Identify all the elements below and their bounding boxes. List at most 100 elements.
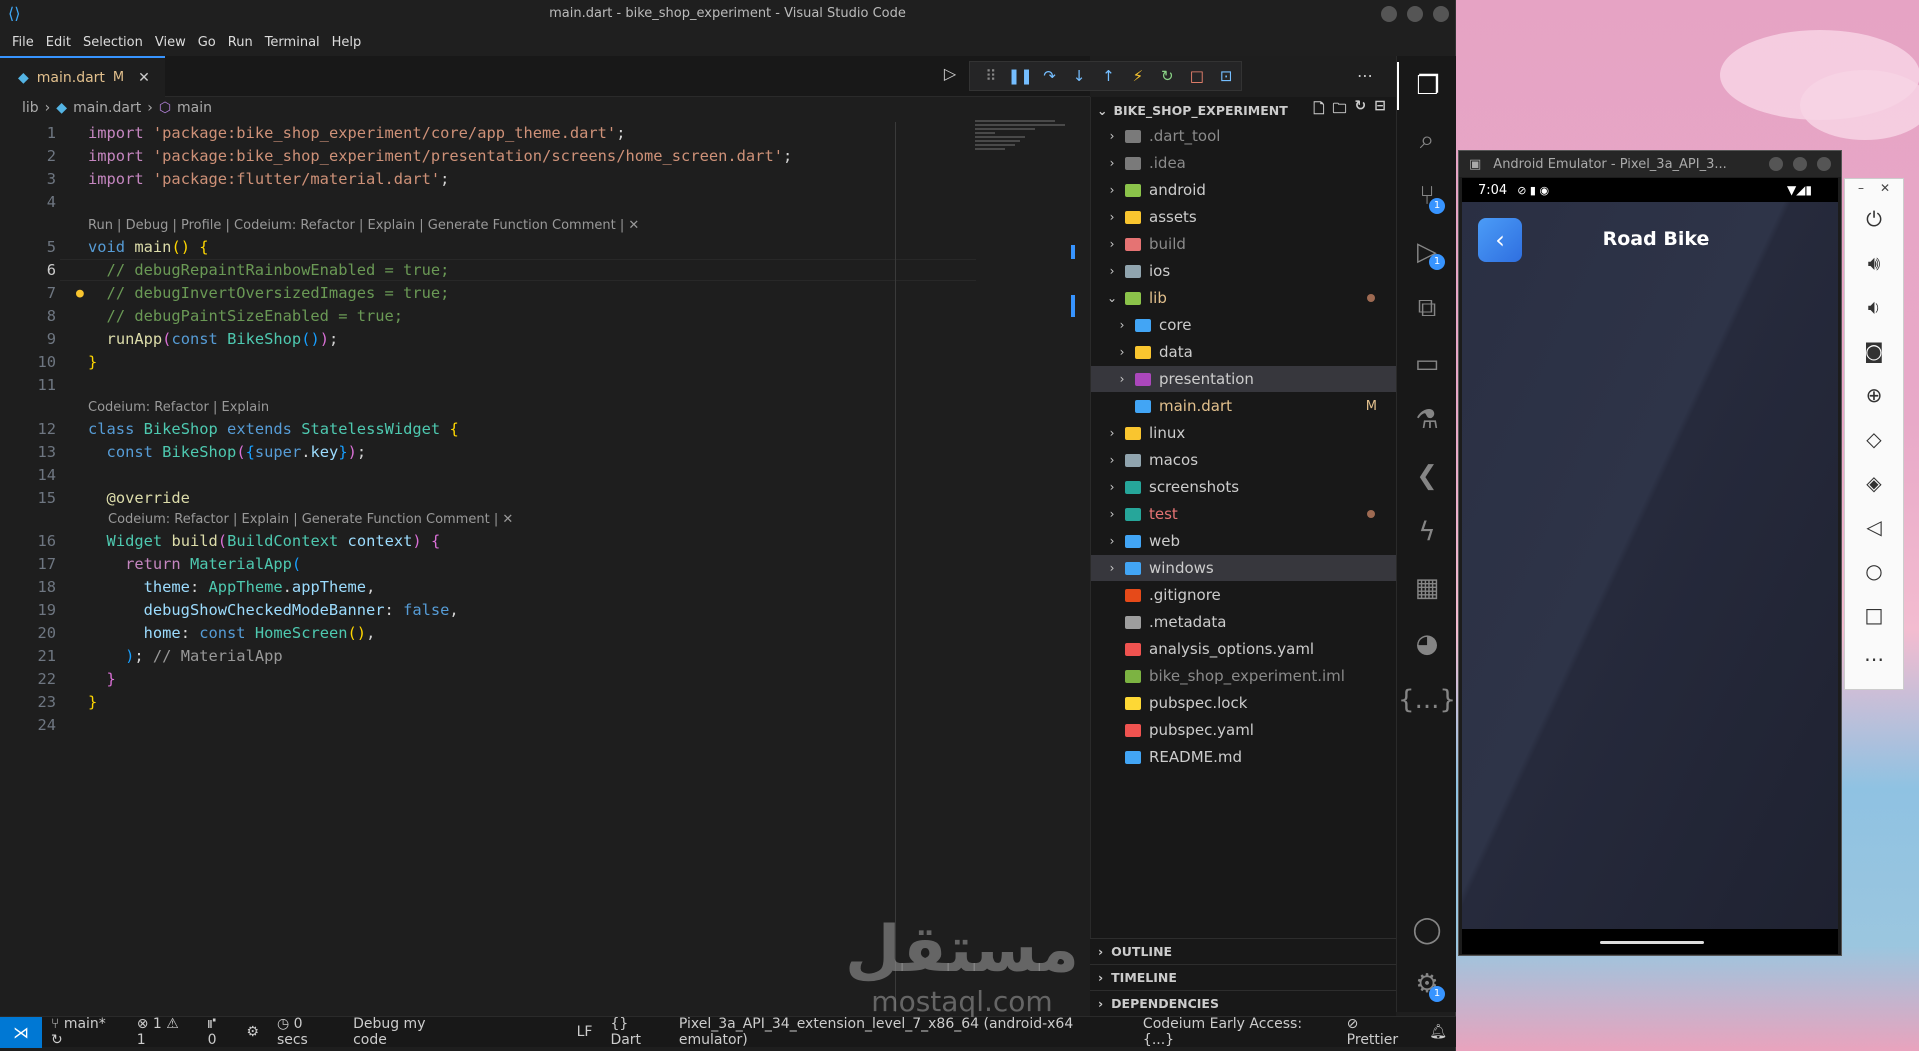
step-into-icon[interactable]: ↓	[1064, 67, 1093, 85]
docker-icon[interactable]: ▦	[1397, 564, 1457, 612]
pause-icon[interactable]: ❚❚	[1005, 67, 1034, 85]
codeium-icon[interactable]: ◕	[1397, 620, 1457, 668]
emu-close-button[interactable]	[1817, 157, 1831, 171]
source-control-icon[interactable]: ⑂ 1	[1397, 172, 1457, 220]
refresh-icon[interactable]: ↻	[1355, 98, 1367, 122]
more-actions-icon[interactable]: ⋯	[1357, 66, 1373, 85]
tree-item-readme-md[interactable]: README.md	[1091, 744, 1397, 770]
tab-main-dart[interactable]: ◆ main.dart M ✕	[0, 56, 165, 97]
volume-up-icon[interactable]: 🔊︎	[1845, 241, 1903, 285]
codelens-main[interactable]: Run | Debug | Profile | Codeium: Refacto…	[88, 218, 639, 233]
notifications-bell-icon[interactable]: 🔔︎	[1420, 1024, 1456, 1040]
codelens-class[interactable]: Codeium: Refactor | Explain	[88, 400, 269, 415]
tree-item-presentation[interactable]: › presentation	[1091, 366, 1397, 392]
section-timeline[interactable]: › TIMELINE	[1090, 964, 1396, 990]
tree-item-bike-shop-experiment-iml[interactable]: bike_shop_experiment.iml	[1091, 663, 1397, 689]
tree-item-macos[interactable]: › macos	[1091, 447, 1397, 473]
side-close-icon[interactable]: ✕	[1880, 181, 1890, 197]
tree-item-data[interactable]: › data	[1091, 339, 1397, 365]
new-folder-icon[interactable]: 🗀	[1333, 98, 1347, 122]
testing-icon[interactable]: ⚗	[1397, 396, 1457, 444]
back-nav-icon[interactable]: ◁	[1845, 505, 1903, 549]
menu-edit[interactable]: Edit	[40, 35, 77, 50]
camera-icon[interactable]: ◙	[1845, 329, 1903, 373]
problems-indicator[interactable]: ⊗ 1 ⚠ 1	[128, 1016, 199, 1048]
rotate-left-icon[interactable]: ◇	[1845, 417, 1903, 461]
ports-indicator[interactable]: ⑈ 0	[199, 1016, 238, 1048]
codeium-indicator[interactable]: Codeium Early Access: {...}	[1134, 1016, 1338, 1048]
menu-file[interactable]: File	[6, 35, 40, 50]
eol-indicator[interactable]: LF	[568, 1024, 602, 1040]
debug-config[interactable]: Debug my code	[344, 1016, 468, 1048]
minimize-button[interactable]	[1381, 6, 1397, 22]
code-editor[interactable]: 1 import 'package:bike_shop_experiment/co…	[0, 122, 1090, 1012]
home-nav-icon[interactable]: ○	[1845, 549, 1903, 593]
drag-handle-icon[interactable]: ⠿	[976, 67, 1005, 85]
run-icon[interactable]: ▷	[936, 64, 964, 83]
volume-down-icon[interactable]: 🔉︎	[1845, 285, 1903, 329]
zoom-icon[interactable]: ⊕	[1845, 373, 1903, 417]
run-debug-icon[interactable]: ▷ 1	[1397, 228, 1457, 276]
breadcrumb-folder[interactable]: lib	[22, 100, 39, 116]
step-out-icon[interactable]: ↑	[1094, 67, 1123, 85]
debug-icon[interactable]: ⚙	[237, 1024, 268, 1040]
section-outline[interactable]: › OUTLINE	[1090, 938, 1396, 964]
codelens-build[interactable]: Codeium: Refactor | Explain | Generate F…	[108, 512, 513, 527]
tree-item-ios[interactable]: › ios	[1091, 258, 1397, 284]
section-dependencies[interactable]: › DEPENDENCIES	[1090, 990, 1396, 1016]
tree-item-assets[interactable]: › assets	[1091, 204, 1397, 230]
explorer-icon[interactable]: ❐	[1397, 62, 1457, 110]
menu-selection[interactable]: Selection	[77, 35, 149, 50]
language-indicator[interactable]: {} Dart	[601, 1016, 669, 1048]
tree-item-idea[interactable]: › .idea	[1091, 150, 1397, 176]
rotate-right-icon[interactable]: ◈	[1845, 461, 1903, 505]
search-icon[interactable]: ⌕	[1397, 116, 1457, 164]
tree-item-metadata[interactable]: .metadata	[1091, 609, 1397, 635]
power-icon[interactable]: ⏻	[1845, 197, 1903, 241]
tree-item-lib[interactable]: ⌄ lib	[1091, 285, 1397, 311]
hot-reload-icon[interactable]: ⚡	[1123, 67, 1152, 85]
emu-maximize-button[interactable]	[1793, 157, 1807, 171]
tree-item-android[interactable]: › android	[1091, 177, 1397, 203]
flutter-icon[interactable]: ❮	[1397, 452, 1457, 500]
tree-item-pubspec-yaml[interactable]: pubspec.yaml	[1091, 717, 1397, 743]
emu-minimize-button[interactable]	[1769, 157, 1783, 171]
close-button[interactable]	[1433, 6, 1449, 22]
step-over-icon[interactable]: ↷	[1035, 67, 1064, 85]
tree-item-pubspec-lock[interactable]: pubspec.lock	[1091, 690, 1397, 716]
lightbulb-icon[interactable]: ●	[76, 286, 84, 301]
tree-item-web[interactable]: › web	[1091, 528, 1397, 554]
settings-gear-icon[interactable]: ⚙ 1	[1397, 960, 1457, 1008]
scrollbar[interactable]	[1071, 245, 1075, 325]
remote-icon[interactable]: ⋊	[0, 1016, 42, 1048]
home-gesture-pill[interactable]	[1600, 941, 1704, 944]
menu-run[interactable]: Run	[222, 35, 259, 50]
tree-item-gitignore[interactable]: .gitignore	[1091, 582, 1397, 608]
menu-go[interactable]: Go	[192, 35, 222, 50]
tree-item-dart-tool[interactable]: › .dart_tool	[1091, 123, 1397, 149]
stop-icon[interactable]: □	[1182, 67, 1211, 85]
menu-view[interactable]: View	[149, 35, 192, 50]
timer-indicator[interactable]: ◷ 0 secs	[268, 1016, 344, 1048]
extensions-icon[interactable]: ⧉	[1397, 284, 1457, 332]
more-icon[interactable]: ⋯	[1845, 637, 1903, 681]
breadcrumb-file[interactable]: main.dart	[73, 100, 141, 116]
overview-nav-icon[interactable]: □	[1845, 593, 1903, 637]
devtools-icon[interactable]: ⊡	[1212, 67, 1241, 85]
new-file-icon[interactable]: 🗋	[1313, 98, 1324, 122]
prettier-indicator[interactable]: ⊘ Prettier	[1338, 1016, 1421, 1048]
remote-explorer-icon[interactable]: ▭	[1397, 340, 1457, 388]
restart-icon[interactable]: ↻	[1153, 67, 1182, 85]
menu-terminal[interactable]: Terminal	[259, 35, 326, 50]
tree-item-analysis-options-yaml[interactable]: analysis_options.yaml	[1091, 636, 1397, 662]
tree-item-build[interactable]: › build	[1091, 231, 1397, 257]
tree-item-screenshots[interactable]: › screenshots	[1091, 474, 1397, 500]
tree-item-test[interactable]: › test	[1091, 501, 1397, 527]
collapse-all-icon[interactable]: ⊟	[1374, 98, 1386, 122]
account-icon[interactable]: ◯	[1397, 906, 1457, 954]
chevron-down-icon[interactable]: ⌄	[1097, 103, 1107, 118]
json-icon[interactable]: {...}	[1397, 676, 1457, 724]
tree-item-core[interactable]: › core	[1091, 312, 1397, 338]
branch-indicator[interactable]: ⑂ main* ↻	[42, 1016, 128, 1048]
menu-help[interactable]: Help	[326, 35, 368, 50]
